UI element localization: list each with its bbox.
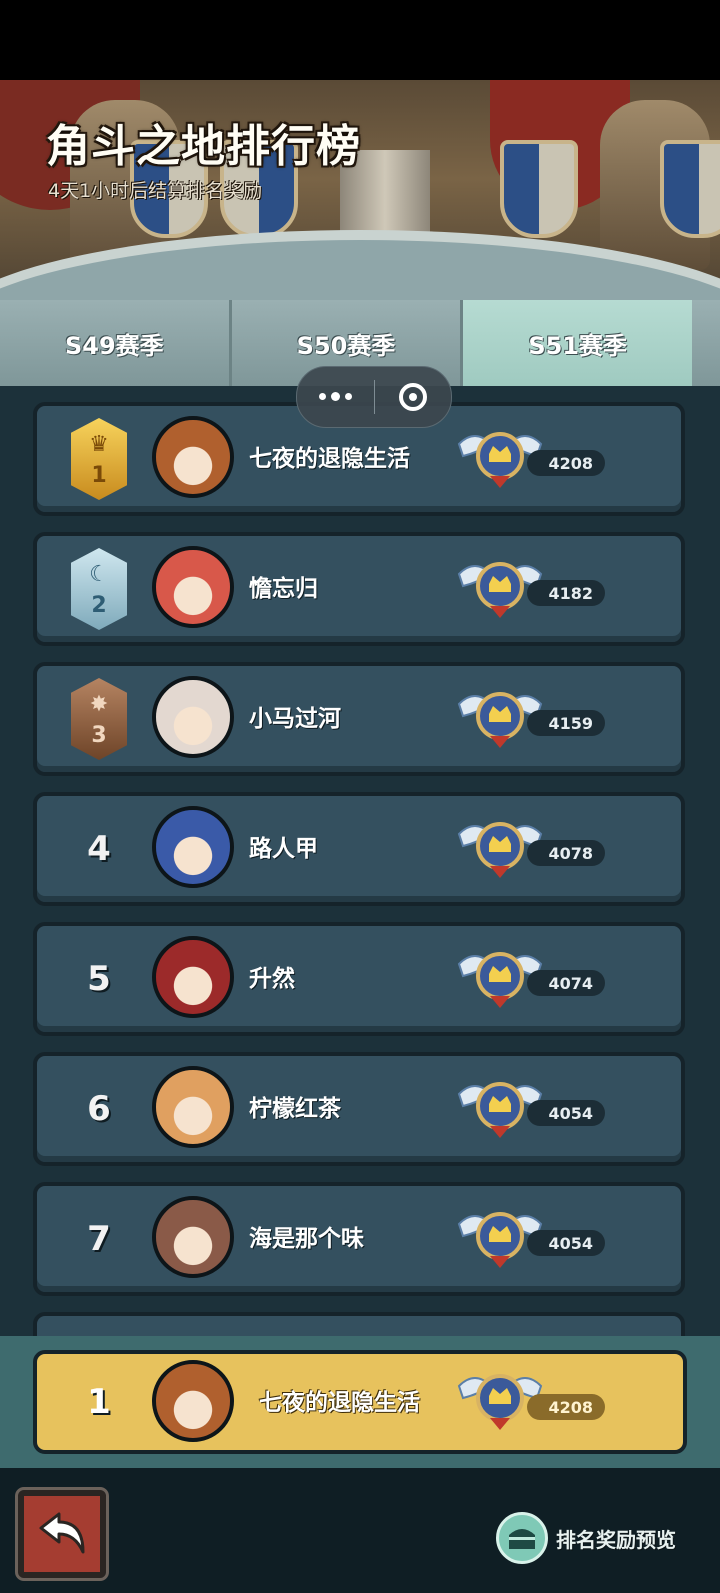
my-rank-bar: 1 七夜的退隐生活 4208 xyxy=(0,1336,720,1468)
countdown-text: 4天1小时后结算排名奖励 xyxy=(48,180,263,202)
rank-number: 5 xyxy=(87,959,111,999)
avatar[interactable] xyxy=(152,1066,234,1148)
reward-preview-button[interactable]: 排名奖励预览 xyxy=(496,1512,696,1564)
score-value: 4159 xyxy=(527,710,605,736)
player-name: 七夜的退隐生活 xyxy=(249,446,410,472)
back-button[interactable] xyxy=(15,1487,109,1581)
rank-number: 4 xyxy=(87,829,111,869)
my-rank-row[interactable]: 1 七夜的退隐生活 4208 xyxy=(33,1350,687,1454)
rank-medal-silver: ☾ 2 xyxy=(71,548,127,630)
avatar[interactable] xyxy=(152,416,234,498)
target-close-icon[interactable] xyxy=(375,383,452,411)
rank-number: 2 xyxy=(91,593,107,618)
score-value: 4078 xyxy=(527,840,605,866)
player-name: 路人甲 xyxy=(249,836,318,862)
medal-emblem-icon: ♛ xyxy=(89,432,109,457)
banner-shield xyxy=(660,140,720,238)
page-title: 角斗之地排行榜 xyxy=(46,121,361,172)
score-value: 4208 xyxy=(527,450,605,476)
reward-preview-label: 排名奖励预览 xyxy=(556,1527,676,1552)
medal-emblem-icon: ✸ xyxy=(89,692,109,717)
banner-shield xyxy=(500,140,578,238)
more-dots-icon[interactable] xyxy=(297,392,374,401)
ranking-row[interactable]: ✸ 3 小马过河 4159 xyxy=(33,662,685,776)
rank-number: 1 xyxy=(87,1382,111,1422)
score-value: 4054 xyxy=(527,1100,605,1126)
player-name: 七夜的退隐生活 xyxy=(259,1390,420,1416)
player-name: 憺忘归 xyxy=(249,576,318,602)
score-value: 4054 xyxy=(527,1230,605,1256)
ranking-row[interactable]: 6 柠檬红茶 4054 xyxy=(33,1052,685,1166)
avatar[interactable] xyxy=(152,1360,234,1442)
rank-medal-gold: ♛ 1 xyxy=(71,418,127,500)
player-name: 小马过河 xyxy=(249,706,341,732)
mini-program-capsule xyxy=(296,366,452,428)
avatar[interactable] xyxy=(152,676,234,758)
rank-number: 6 xyxy=(87,1089,111,1129)
tab-s51[interactable]: S51赛季 xyxy=(463,300,693,396)
ranking-list[interactable]: ♛ 1 七夜的退隐生活 4208 ☾ 2 憺忘归 4182 ✸ 3 小马过河 4159 4 路人甲 4078… xyxy=(0,386,720,1336)
player-name: 柠檬红茶 xyxy=(249,1096,341,1122)
score-value: 4182 xyxy=(527,580,605,606)
player-name: 升然 xyxy=(249,966,295,992)
ranking-row[interactable] xyxy=(33,1312,685,1336)
ranking-row[interactable]: ☾ 2 憺忘归 4182 xyxy=(33,532,685,646)
rank-number: 1 xyxy=(91,463,107,488)
rank-number: 3 xyxy=(91,723,107,748)
tab-s49[interactable]: S49赛季 xyxy=(0,300,232,386)
ranking-row[interactable]: 7 海是那个味 4054 xyxy=(33,1182,685,1296)
avatar[interactable] xyxy=(152,806,234,888)
medal-emblem-icon: ☾ xyxy=(89,562,109,587)
avatar[interactable] xyxy=(152,1196,234,1278)
ranking-row[interactable]: 4 路人甲 4078 xyxy=(33,792,685,906)
score-value: 4074 xyxy=(527,970,605,996)
player-name: 海是那个味 xyxy=(249,1226,364,1252)
score-value: 4208 xyxy=(527,1394,605,1420)
rank-number: 7 xyxy=(87,1219,111,1259)
avatar[interactable] xyxy=(152,936,234,1018)
header-banner: 角斗之地排行榜 4天1小时后结算排名奖励 xyxy=(0,80,720,300)
footer-bar: 排名奖励预览 xyxy=(0,1468,720,1593)
back-arrow-icon xyxy=(39,1512,85,1554)
avatar[interactable] xyxy=(152,546,234,628)
status-bar xyxy=(0,0,720,80)
ranking-row[interactable]: 5 升然 4074 xyxy=(33,922,685,1036)
chest-icon xyxy=(496,1512,548,1564)
rank-medal-bronze: ✸ 3 xyxy=(71,678,127,760)
